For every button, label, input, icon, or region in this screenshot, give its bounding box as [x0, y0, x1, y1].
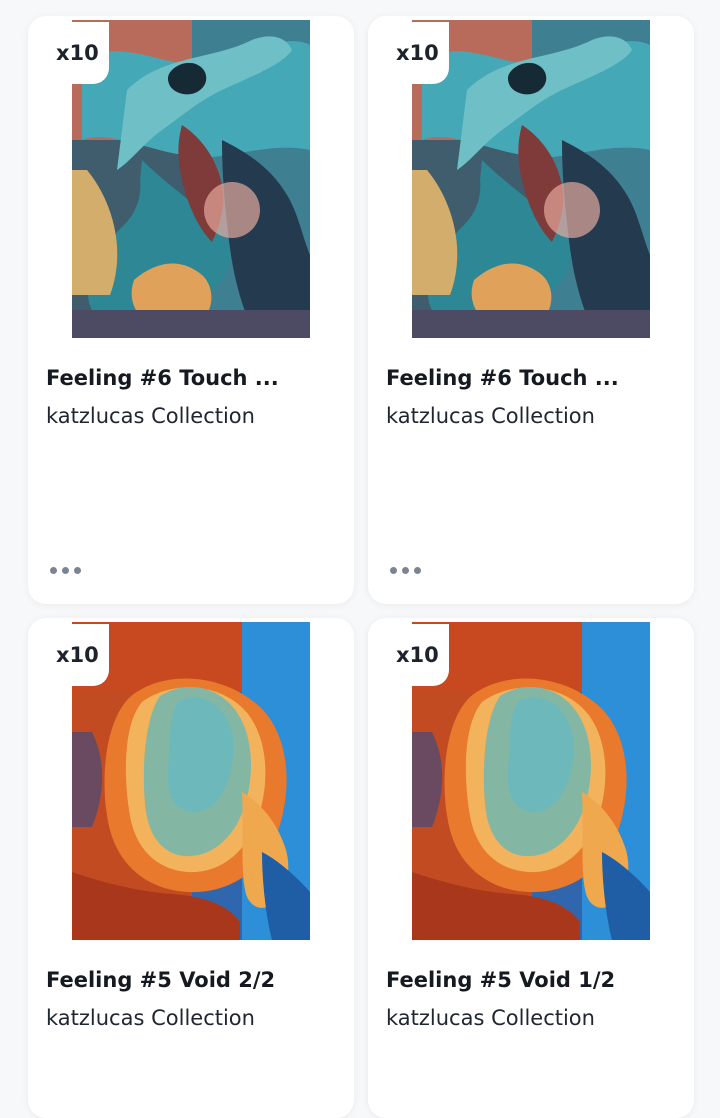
nft-title[interactable]: Feeling #5 Void 2/2: [46, 968, 336, 992]
dot: [50, 566, 57, 574]
dot: [402, 566, 409, 574]
nft-card[interactable]: x10 Feeling #5 Void 2/2 katzlucas Collec…: [28, 618, 354, 1118]
collection-name[interactable]: katzlucas Collection: [386, 1006, 676, 1030]
nft-card[interactable]: x10 Feeling #6 Touch ... katzlucas Colle…: [28, 16, 354, 604]
edition-count-badge: x10: [46, 624, 109, 686]
nft-title[interactable]: Feeling #6 Touch ...: [386, 366, 676, 390]
edition-count-badge: x10: [386, 624, 449, 686]
dot: [74, 566, 81, 574]
collection-name[interactable]: katzlucas Collection: [46, 1006, 336, 1030]
nft-card[interactable]: x10 Feeling #6 Touch ... katzlucas Colle…: [368, 16, 694, 604]
dot: [390, 566, 397, 574]
nft-title[interactable]: Feeling #6 Touch ...: [46, 366, 336, 390]
collection-name[interactable]: katzlucas Collection: [46, 404, 336, 428]
more-dots-icon[interactable]: [390, 556, 426, 584]
dot: [414, 566, 421, 574]
more-dots-icon[interactable]: [50, 556, 86, 584]
edition-count-badge: x10: [386, 22, 449, 84]
collection-name[interactable]: katzlucas Collection: [386, 404, 676, 428]
edition-count-badge: x10: [46, 22, 109, 84]
dot: [62, 566, 69, 574]
nft-title[interactable]: Feeling #5 Void 1/2: [386, 968, 676, 992]
nft-grid: x10 Feeling #6 Touch ... katzlucas Colle…: [0, 0, 720, 1118]
nft-card[interactable]: x10 Feeling #5 Void 1/2 katzlucas Collec…: [368, 618, 694, 1118]
